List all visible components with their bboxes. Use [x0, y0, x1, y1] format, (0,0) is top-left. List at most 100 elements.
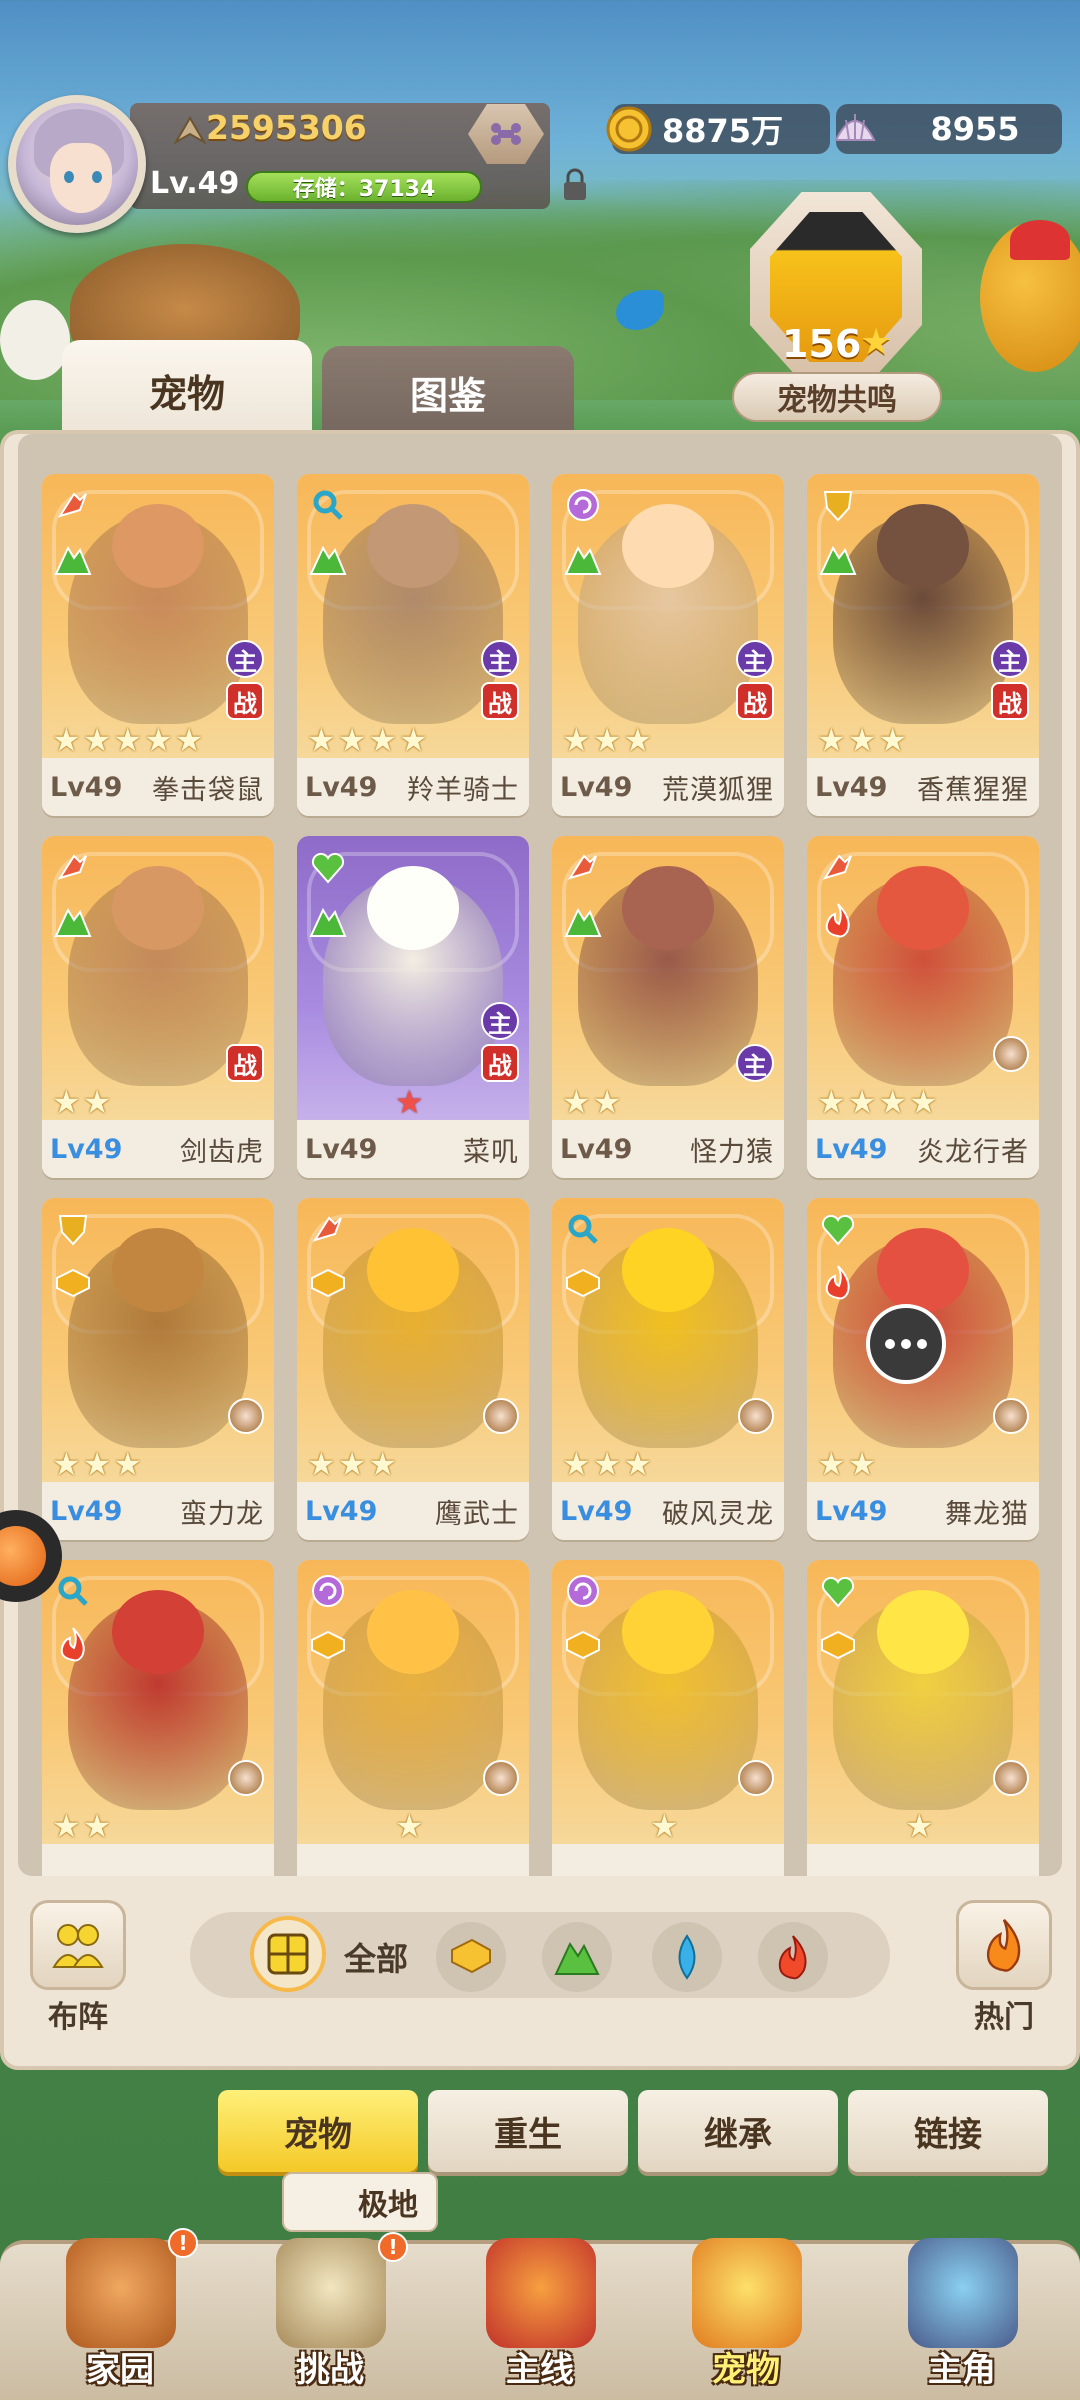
star-icon: ★	[368, 721, 398, 759]
battle-badge: 战	[481, 1044, 519, 1082]
pet-level: Lv49	[305, 771, 378, 803]
star-icon: ★	[562, 1083, 591, 1121]
main-quest-icon	[486, 2238, 596, 2348]
earth-element-icon	[566, 1630, 600, 1660]
star-icon: ★	[307, 1445, 336, 1483]
pet-card[interactable]: ★ ★ ★ ★ Lv49 炎龙行者	[807, 836, 1039, 1178]
filter-water-button[interactable]	[652, 1922, 722, 1992]
pet-info: Lv49 荒漠狐狸	[552, 758, 784, 816]
lock-icon[interactable]	[562, 168, 588, 202]
pet-card[interactable]: ★ ★ ★ Lv49 鹰武士	[297, 1198, 529, 1540]
grass-element-icon	[564, 545, 602, 575]
star-icon: ★	[113, 1445, 143, 1483]
pet-card[interactable]: 主战 ★ ★ ★ Lv49 荒漠狐狸	[552, 474, 784, 816]
pet-resonance-button[interactable]: 156 ★ 宠物共鸣	[732, 192, 942, 424]
star-icon: ★	[395, 1807, 424, 1845]
pet-grid[interactable]: 主战 ★ ★ ★ ★ ★ Lv49 拳击袋鼠主战 ★ ★ ★ ★ Lv49 羚羊骑士主战 ★ ★ ★ Lv49 荒漠…	[18, 434, 1062, 1876]
polar-tooltip[interactable]: 极地	[282, 2172, 438, 2232]
pet-info: Lv49 鹰武士	[297, 1482, 529, 1540]
star-icon: ★	[52, 1807, 81, 1845]
battle-badge: 战	[226, 1044, 264, 1082]
action-link[interactable]: 链接	[848, 2090, 1048, 2172]
arcane-class-icon	[312, 1575, 344, 1607]
star-icon: ★	[399, 721, 428, 759]
pet-card[interactable]: ★	[552, 1560, 784, 1876]
star-icon: ★	[878, 1083, 908, 1121]
star-icon: ★	[395, 1083, 424, 1121]
nav-character[interactable]: 主角	[872, 2238, 1052, 2400]
filter-all-button[interactable]	[250, 1916, 326, 1992]
pet-card[interactable]: 主 ★ ★ Lv49 怪力猿	[552, 836, 784, 1178]
pet-card[interactable]: 战 ★ ★ Lv49 剑齿虎	[42, 836, 274, 1178]
pet-card[interactable]: 主战 ★ Lv49 菜叽	[297, 836, 529, 1178]
home-icon	[66, 2238, 176, 2348]
tab-collection[interactable]: 图鉴	[322, 346, 574, 438]
magic-class-icon	[568, 1214, 598, 1244]
pet-name: 舞龙猫	[945, 1498, 1029, 1530]
formation-button[interactable]	[30, 1900, 126, 1990]
formation-label: 布阵	[48, 2000, 108, 2035]
trainer-avatar-badge	[228, 1760, 264, 1796]
pet-info: Lv49 怪力猿	[552, 1120, 784, 1178]
hot-button[interactable]	[956, 1900, 1052, 1990]
grid-icon	[267, 1933, 309, 1975]
team-icon	[52, 1924, 104, 1968]
star-icon: ★	[817, 1445, 846, 1483]
action-rebirth[interactable]: 重生	[428, 2090, 628, 2172]
star-rating: ★ ★	[562, 1086, 621, 1118]
gold-currency[interactable]: 8875万	[606, 104, 830, 154]
filter-grass-button[interactable]	[542, 1922, 612, 1992]
star-rating: ★ ★ ★ ★	[307, 724, 428, 756]
grass-element-icon	[309, 545, 347, 575]
pets-nav-icon	[692, 2238, 802, 2348]
star-icon: ★	[82, 1445, 112, 1483]
star-icon: ★	[82, 1083, 112, 1121]
filter-earth-button[interactable]	[436, 1922, 506, 1992]
pet-level: Lv49	[815, 1495, 888, 1527]
pet-card[interactable]: ★	[807, 1560, 1039, 1876]
attack-class-icon	[822, 854, 852, 880]
star-rating: ★ ★ ★	[562, 724, 652, 756]
nav-character-label: 主角	[928, 2350, 996, 2390]
nav-main-quest-label: 主线	[506, 2350, 574, 2390]
nav-pets[interactable]: 宠物	[656, 2238, 836, 2400]
resonance-star-icon: ★	[860, 322, 893, 363]
star-icon: ★	[847, 1445, 877, 1483]
pet-info	[42, 1844, 274, 1876]
star-rating: ★ ★	[52, 1086, 111, 1118]
pet-card[interactable]: 主战 ★ ★ ★ ★ ★ Lv49 拳击袋鼠	[42, 474, 274, 816]
pet-card[interactable]: ★ ★	[42, 1560, 274, 1876]
fire-element-icon	[825, 903, 850, 938]
action-pets[interactable]: 宠物	[218, 2090, 418, 2172]
filter-fire-button[interactable]	[758, 1922, 828, 1992]
shell-currency[interactable]: 8955	[834, 104, 1062, 154]
water-element-icon	[678, 1934, 696, 1980]
action-inherit[interactable]: 继承	[638, 2090, 838, 2172]
tab-pets[interactable]: 宠物	[62, 340, 312, 440]
character-icon	[908, 2238, 1018, 2348]
nav-challenge[interactable]: 挑战	[240, 2238, 420, 2400]
star-icon: ★	[905, 1807, 934, 1845]
pet-level: Lv49	[815, 771, 888, 803]
star-rating: ★	[395, 1086, 424, 1118]
star-icon: ★	[52, 1083, 81, 1121]
star-rating: ★ ★ ★ ★	[817, 1086, 938, 1118]
pet-card[interactable]: ★ ★ ★ Lv49 蛮力龙	[42, 1198, 274, 1540]
gold-amount: 8875万	[662, 112, 784, 150]
trainer-avatar-badge	[738, 1760, 774, 1796]
pet-card[interactable]: ★	[297, 1560, 529, 1876]
fire-element-icon	[825, 1265, 850, 1300]
pet-card[interactable]: 主战 ★ ★ ★ ★ Lv49 羚羊骑士	[297, 474, 529, 816]
pet-level: Lv49	[815, 1133, 888, 1165]
grass-element-icon	[564, 907, 602, 937]
pet-card[interactable]: 主战 ★ ★ ★ Lv49 香蕉猩猩	[807, 474, 1039, 816]
star-icon: ★	[52, 721, 81, 759]
chat-bubble-icon[interactable]	[866, 1304, 946, 1384]
nav-home[interactable]: 家园	[30, 2238, 210, 2400]
player-avatar[interactable]	[8, 95, 146, 233]
pet-card[interactable]: ★ ★ ★ Lv49 破风灵龙	[552, 1198, 784, 1540]
main-badge: 主	[226, 640, 264, 678]
nav-main-quest[interactable]: 主线	[450, 2238, 630, 2400]
pet-info: Lv49 拳击袋鼠	[42, 758, 274, 816]
star-icon: ★	[592, 1083, 622, 1121]
